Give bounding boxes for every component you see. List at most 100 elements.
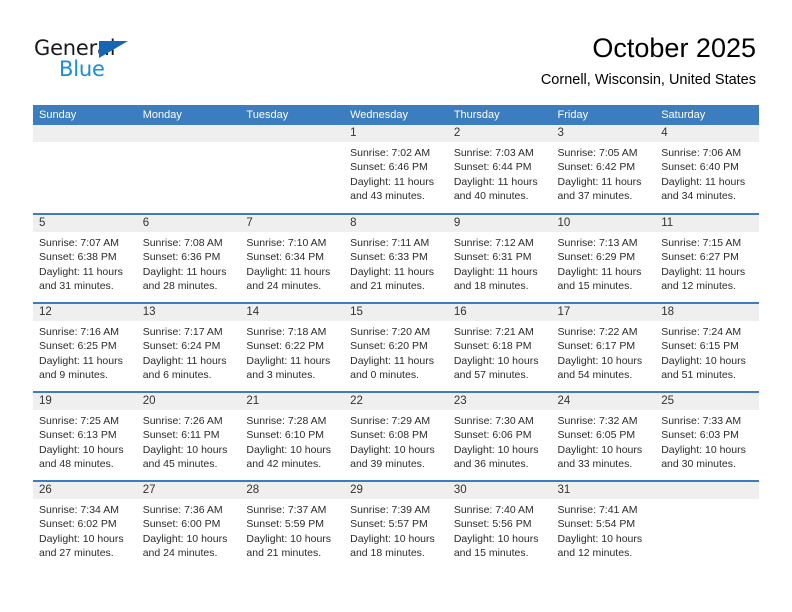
day-details: Sunrise: 7:16 AM Sunset: 6:25 PM Daylight:… xyxy=(33,321,137,383)
day-number: 3 xyxy=(551,125,656,142)
daylight-duration-line2: and 18 minutes. xyxy=(350,547,425,560)
daylight-duration-line2: and 9 minutes. xyxy=(39,369,108,382)
calendar-day-cell[interactable]: 17 Sunrise: 7:22 AM Sunset: 6:17 PM Dayligh… xyxy=(551,302,656,392)
sunset-time: Sunset: 5:54 PM xyxy=(557,518,636,531)
calendar-day-cell[interactable]: 18 Sunrise: 7:24 AM Sunset: 6:15 PM Dayligh… xyxy=(655,302,759,392)
calendar-day-cell[interactable]: 6 Sunrise: 7:08 AM Sunset: 6:36 PM Daylight… xyxy=(136,213,241,303)
sunset-time: Sunset: 6:24 PM xyxy=(142,340,221,353)
daylight-duration-line1: Daylight: 10 hours xyxy=(453,443,539,456)
calendar-day-cell[interactable]: 14 Sunrise: 7:18 AM Sunset: 6:22 PM Dayligh… xyxy=(240,302,345,392)
sunrise-time: Sunrise: 7:15 AM xyxy=(661,237,742,249)
calendar-week-row: 12 Sunrise: 7:16 AM Sunset: 6:25 PM Dayligh… xyxy=(33,302,759,392)
daylight-duration-line2: and 42 minutes. xyxy=(246,458,322,471)
sunrise-time: Sunrise: 7:39 AM xyxy=(350,504,431,516)
calendar-day-cell[interactable]: 5 Sunrise: 7:07 AM Sunset: 6:38 PM Daylight… xyxy=(33,213,137,303)
calendar-day-cell[interactable]: 31 Sunrise: 7:41 AM Sunset: 5:54 PM Dayligh… xyxy=(551,480,656,570)
sunrise-time: Sunrise: 7:18 AM xyxy=(246,326,327,338)
daylight-duration-line2: and 24 minutes. xyxy=(246,280,322,293)
calendar-day-cell[interactable]: 19 Sunrise: 7:25 AM Sunset: 6:13 PM Dayligh… xyxy=(33,391,137,481)
daylight-duration-line1: Daylight: 10 hours xyxy=(557,354,643,367)
day-details: Sunrise: 7:13 AM Sunset: 6:29 PM Daylight:… xyxy=(552,232,656,294)
calendar-day-cell[interactable]: 25 Sunrise: 7:33 AM Sunset: 6:03 PM Dayligh… xyxy=(655,391,759,481)
daylight-duration-line2: and 54 minutes. xyxy=(557,369,633,382)
calendar-day-cell[interactable]: 29 Sunrise: 7:39 AM Sunset: 5:57 PM Dayligh… xyxy=(344,480,448,570)
sunrise-time: Sunrise: 7:32 AM xyxy=(557,415,638,427)
logo-text-blue: Blue xyxy=(59,57,105,81)
calendar-day-cell[interactable]: 13 Sunrise: 7:17 AM Sunset: 6:24 PM Dayligh… xyxy=(136,302,241,392)
calendar-day-cell[interactable]: 1 Sunrise: 7:02 AM Sunset: 6:46 PM Daylight… xyxy=(344,125,448,214)
calendar-day-cell[interactable]: 21 Sunrise: 7:28 AM Sunset: 6:10 PM Dayligh… xyxy=(240,391,345,481)
calendar-day-cell[interactable]: 22 Sunrise: 7:29 AM Sunset: 6:08 PM Dayligh… xyxy=(344,391,448,481)
day-details: Sunrise: 7:40 AM Sunset: 5:56 PM Daylight:… xyxy=(448,499,552,561)
calendar-day-cell[interactable]: 30 Sunrise: 7:40 AM Sunset: 5:56 PM Dayligh… xyxy=(447,480,552,570)
day-number: 20 xyxy=(136,393,241,410)
day-details: Sunrise: 7:37 AM Sunset: 5:59 PM Daylight:… xyxy=(240,499,344,561)
day-details: Sunrise: 7:26 AM Sunset: 6:11 PM Daylight:… xyxy=(137,410,241,472)
calendar-day-cell[interactable]: 23 Sunrise: 7:30 AM Sunset: 6:06 PM Dayligh… xyxy=(447,391,552,481)
calendar-week-row: 5 Sunrise: 7:07 AM Sunset: 6:38 PM Daylight… xyxy=(33,213,759,303)
day-number xyxy=(655,482,759,499)
calendar-day-cell[interactable]: 26 Sunrise: 7:34 AM Sunset: 6:02 PM Dayligh… xyxy=(33,480,137,570)
day-number: 28 xyxy=(240,482,345,499)
day-details: Sunrise: 7:05 AM Sunset: 6:42 PM Daylight:… xyxy=(552,142,656,204)
calendar-day-cell[interactable]: 4 Sunrise: 7:06 AM Sunset: 6:40 PM Daylight… xyxy=(655,125,759,214)
weekday-header-wednesday: Wednesday xyxy=(344,105,448,125)
daylight-duration-line2: and 31 minutes. xyxy=(39,280,114,293)
day-details: Sunrise: 7:11 AM Sunset: 6:33 PM Daylight:… xyxy=(344,232,448,294)
sunrise-time: Sunrise: 7:37 AM xyxy=(246,504,327,516)
day-number: 26 xyxy=(33,482,137,499)
daylight-duration-line1: Daylight: 11 hours xyxy=(661,175,746,188)
daylight-duration-line2: and 21 minutes. xyxy=(350,280,425,293)
sunrise-time: Sunrise: 7:22 AM xyxy=(557,326,638,338)
sunrise-time: Sunrise: 7:10 AM xyxy=(246,237,327,249)
sunset-time: Sunset: 6:46 PM xyxy=(350,161,428,174)
day-number: 4 xyxy=(655,125,759,142)
calendar-day-cell[interactable]: 20 Sunrise: 7:26 AM Sunset: 6:11 PM Dayligh… xyxy=(136,391,241,481)
daylight-duration-line1: Daylight: 11 hours xyxy=(142,354,227,367)
sunset-time: Sunset: 6:22 PM xyxy=(246,340,325,353)
sunrise-time: Sunrise: 7:20 AM xyxy=(350,326,431,338)
sunrise-time: Sunrise: 7:40 AM xyxy=(453,504,534,516)
day-number: 7 xyxy=(240,215,345,232)
sunrise-time: Sunrise: 7:16 AM xyxy=(39,326,119,338)
day-details: Sunrise: 7:20 AM Sunset: 6:20 PM Daylight:… xyxy=(344,321,448,383)
sunset-time: Sunset: 6:10 PM xyxy=(246,429,325,442)
day-details: Sunrise: 7:22 AM Sunset: 6:17 PM Daylight:… xyxy=(552,321,656,383)
calendar-day-cell[interactable]: 8 Sunrise: 7:11 AM Sunset: 6:33 PM Daylight… xyxy=(344,213,448,303)
calendar-day-cell[interactable]: 16 Sunrise: 7:21 AM Sunset: 6:18 PM Dayligh… xyxy=(447,302,552,392)
day-details: Sunrise: 7:41 AM Sunset: 5:54 PM Daylight:… xyxy=(552,499,656,561)
calendar-day-cell[interactable]: 27 Sunrise: 7:36 AM Sunset: 6:00 PM Dayligh… xyxy=(136,480,241,570)
daylight-duration-line1: Daylight: 10 hours xyxy=(453,532,539,545)
day-details: Sunrise: 7:39 AM Sunset: 5:57 PM Daylight:… xyxy=(344,499,448,561)
calendar-day-cell[interactable]: 7 Sunrise: 7:10 AM Sunset: 6:34 PM Daylight… xyxy=(240,213,345,303)
sunset-time: Sunset: 6:20 PM xyxy=(350,340,428,353)
daylight-duration-line1: Daylight: 10 hours xyxy=(661,443,746,456)
calendar-body: 1 Sunrise: 7:02 AM Sunset: 6:46 PM Daylight… xyxy=(33,125,759,570)
calendar-day-cell[interactable]: 11 Sunrise: 7:15 AM Sunset: 6:27 PM Dayligh… xyxy=(655,213,759,303)
calendar-day-cell[interactable]: 9 Sunrise: 7:12 AM Sunset: 6:31 PM Daylight… xyxy=(447,213,552,303)
calendar-day-cell[interactable]: 15 Sunrise: 7:20 AM Sunset: 6:20 PM Dayligh… xyxy=(344,302,448,392)
calendar-day-cell[interactable]: 28 Sunrise: 7:37 AM Sunset: 5:59 PM Dayligh… xyxy=(240,480,345,570)
sunset-time: Sunset: 6:06 PM xyxy=(453,429,532,442)
calendar-week-row: 26 Sunrise: 7:34 AM Sunset: 6:02 PM Dayligh… xyxy=(33,480,759,570)
day-details: Sunrise: 7:36 AM Sunset: 6:00 PM Daylight:… xyxy=(137,499,241,561)
calendar-day-cell[interactable]: 24 Sunrise: 7:32 AM Sunset: 6:05 PM Dayligh… xyxy=(551,391,656,481)
daylight-duration-line1: Daylight: 11 hours xyxy=(661,265,746,278)
sunset-time: Sunset: 6:18 PM xyxy=(453,340,532,353)
daylight-duration-line1: Daylight: 11 hours xyxy=(350,354,434,367)
sunset-time: Sunset: 6:42 PM xyxy=(557,161,636,174)
daylight-duration-line2: and 0 minutes. xyxy=(350,369,419,382)
calendar-day-cell[interactable]: 10 Sunrise: 7:13 AM Sunset: 6:29 PM Dayligh… xyxy=(551,213,656,303)
day-number xyxy=(33,125,137,142)
sunset-time: Sunset: 6:29 PM xyxy=(557,251,636,264)
daylight-duration-line2: and 21 minutes. xyxy=(246,547,322,560)
sunrise-time: Sunrise: 7:29 AM xyxy=(350,415,431,427)
day-details: Sunrise: 7:32 AM Sunset: 6:05 PM Daylight:… xyxy=(552,410,656,472)
daylight-duration-line1: Daylight: 10 hours xyxy=(39,532,124,545)
calendar-day-cell[interactable]: 3 Sunrise: 7:05 AM Sunset: 6:42 PM Daylight… xyxy=(551,125,656,214)
calendar-day-cell[interactable]: 12 Sunrise: 7:16 AM Sunset: 6:25 PM Dayligh… xyxy=(33,302,137,392)
calendar-page: General Blue October 2025 Cornell, Wisco… xyxy=(0,0,792,612)
calendar-day-cell[interactable]: 2 Sunrise: 7:03 AM Sunset: 6:44 PM Daylight… xyxy=(447,125,552,214)
day-details: Sunrise: 7:33 AM Sunset: 6:03 PM Daylight:… xyxy=(655,410,759,472)
general-blue-logo[interactable]: General Blue xyxy=(34,36,234,84)
